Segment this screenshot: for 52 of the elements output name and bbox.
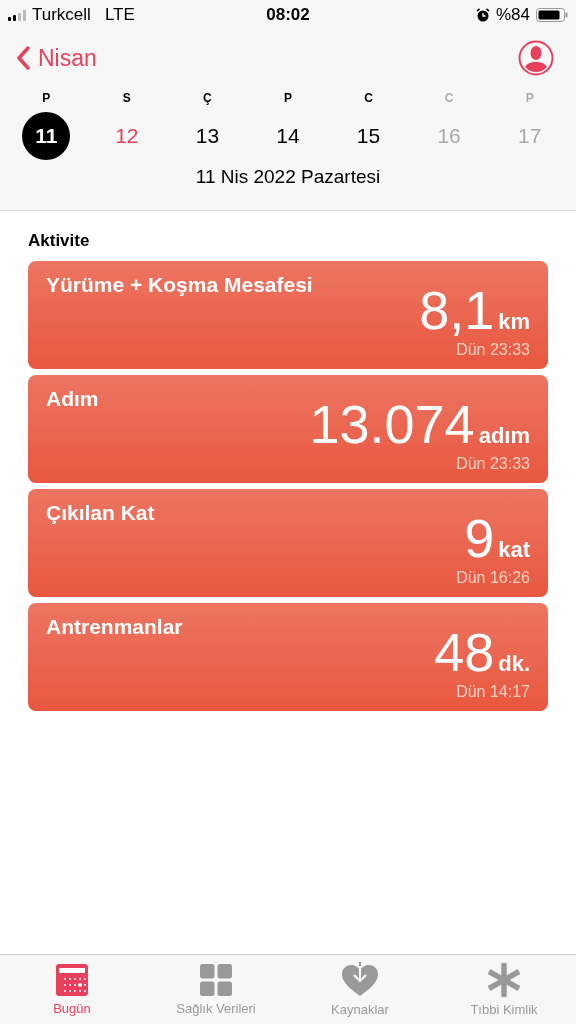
metric-value: 13.074: [309, 395, 475, 453]
day-number[interactable]: 15: [344, 112, 393, 160]
section-title: Aktivite: [28, 231, 91, 251]
chevron-left-icon: [16, 46, 30, 70]
weekday-label: Ç: [203, 90, 212, 107]
network-type: LTE: [104, 5, 135, 25]
heart-download-icon: [341, 962, 379, 998]
card-title: Antrenmanlar: [46, 615, 183, 640]
tab-item[interactable]: Tıbbi Kimlik: [432, 955, 576, 1024]
metric-value: 8,1: [419, 281, 495, 339]
metric-unit: adım: [478, 423, 530, 449]
alarm-icon: [475, 8, 490, 22]
weekday-label: P: [42, 90, 51, 107]
tab-item[interactable]: Kaynaklar: [288, 955, 432, 1024]
timestamp: Dün 23:33: [456, 341, 530, 359]
activity-card[interactable]: Yürüme + Koşma Mesafesi 8,1 km Dün 23:33: [28, 261, 548, 369]
weekday-label: S: [122, 90, 131, 107]
back-button[interactable]: Nisan: [16, 44, 97, 72]
day-number[interactable]: 12: [102, 112, 151, 160]
timestamp: Dün 16:26: [456, 569, 530, 587]
activity-card[interactable]: Antrenmanlar 48 dk. Dün 14:17: [28, 603, 548, 711]
tab-item[interactable]: Sağlık Verileri: [144, 955, 288, 1024]
day-number[interactable]: 14: [263, 112, 312, 160]
card-title: Adım: [46, 387, 99, 412]
timestamp: Dün 23:33: [456, 455, 530, 473]
tab-item[interactable]: Bugün: [0, 955, 144, 1024]
metric-value: 9: [464, 509, 495, 567]
profile-icon[interactable]: [518, 40, 554, 76]
timestamp: Dün 14:17: [456, 683, 530, 701]
metric-value: 48: [434, 623, 495, 681]
metric-unit: kat: [498, 537, 530, 563]
signal-icon: [8, 9, 26, 21]
card-title: Çıkılan Kat: [46, 501, 155, 526]
clock-time: 08:02: [266, 5, 310, 25]
weekday-label: P: [525, 90, 534, 107]
weekday-label: C: [444, 90, 454, 107]
metric-unit: km: [498, 309, 530, 335]
card-title: Yürüme + Koşma Mesafesi: [46, 273, 313, 298]
weekday-label: P: [283, 90, 292, 107]
asterisk-icon: [487, 962, 521, 998]
battery-icon: [536, 8, 568, 22]
weekday-label: C: [364, 90, 373, 107]
activity-card[interactable]: Çıkılan Kat 9 kat Dün 16:26: [28, 489, 548, 597]
day-number[interactable]: 13: [183, 112, 232, 160]
metric-unit: dk.: [498, 651, 530, 677]
carrier-name: Turkcell: [32, 5, 91, 25]
date-title: 11 Nis 2022 Pazartesi: [194, 166, 382, 188]
calendar-icon: [55, 963, 89, 997]
day-number[interactable]: 11: [22, 112, 71, 160]
grid-icon: [199, 963, 233, 997]
battery-percent: %84: [495, 5, 530, 25]
activity-card[interactable]: Adım 13.074 adım Dün 23:33: [28, 375, 548, 483]
